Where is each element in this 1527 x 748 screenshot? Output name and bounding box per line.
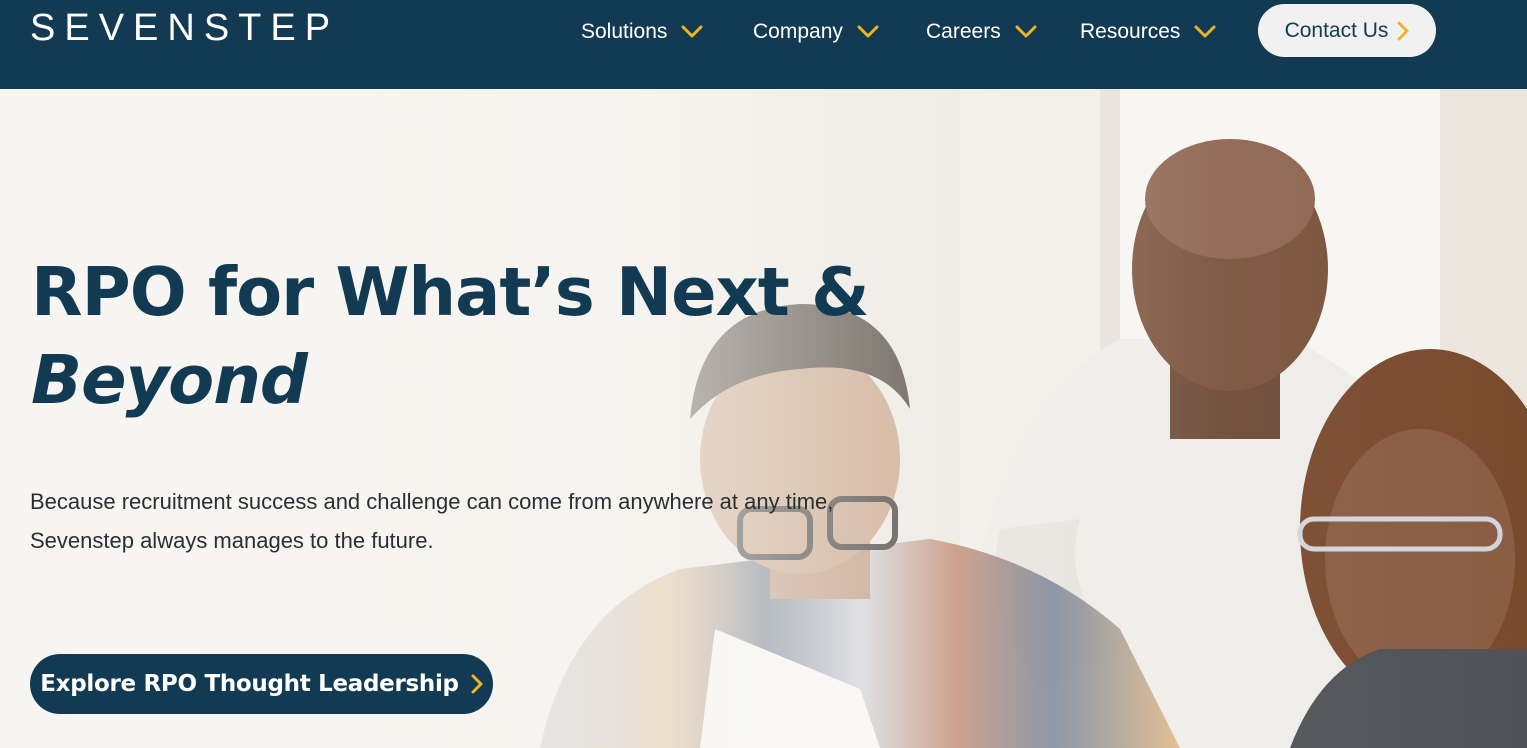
- page: SEVENSTEP Solutions Company Careers Reso…: [0, 0, 1527, 748]
- nav-item-label: Resources: [1080, 20, 1181, 43]
- explore-rpo-button[interactable]: Explore RPO Thought Leadership: [30, 654, 493, 714]
- headline-line-2: Beyond: [31, 341, 308, 419]
- hero-subtext: Because recruitment success and challeng…: [30, 482, 910, 560]
- subtext-line-1: Because recruitment success and challeng…: [30, 489, 834, 514]
- chevron-right-icon: [471, 674, 483, 694]
- nav-item-resources[interactable]: Resources: [1080, 16, 1216, 48]
- chevron-down-icon: [1194, 25, 1216, 38]
- nav-item-label: Careers: [926, 20, 1001, 43]
- nav-item-careers[interactable]: Careers: [926, 16, 1037, 48]
- chevron-down-icon: [857, 25, 879, 38]
- contact-us-button[interactable]: Contact Us: [1258, 4, 1436, 57]
- subtext-line-2: Sevenstep always manages to the future.: [30, 528, 434, 553]
- chevron-right-icon: [1397, 21, 1409, 40]
- explore-rpo-label: Explore RPO Thought Leadership: [40, 671, 459, 697]
- headline-line-1: RPO for What’s Next &: [31, 253, 870, 331]
- chevron-down-icon: [681, 25, 703, 38]
- nav-item-solutions[interactable]: Solutions: [581, 16, 703, 48]
- chevron-down-icon: [1015, 25, 1037, 38]
- hero-headline: RPO for What’s Next & Beyond: [31, 248, 870, 424]
- nav-item-label: Company: [753, 20, 843, 43]
- contact-us-label: Contact Us: [1284, 18, 1389, 42]
- site-header: SEVENSTEP Solutions Company Careers Reso…: [0, 0, 1527, 89]
- hero-section: RPO for What’s Next & Beyond Because rec…: [0, 89, 1527, 748]
- nav-item-company[interactable]: Company: [753, 16, 879, 48]
- sevenstep-logo[interactable]: SEVENSTEP: [30, 6, 339, 50]
- nav-item-label: Solutions: [581, 20, 668, 43]
